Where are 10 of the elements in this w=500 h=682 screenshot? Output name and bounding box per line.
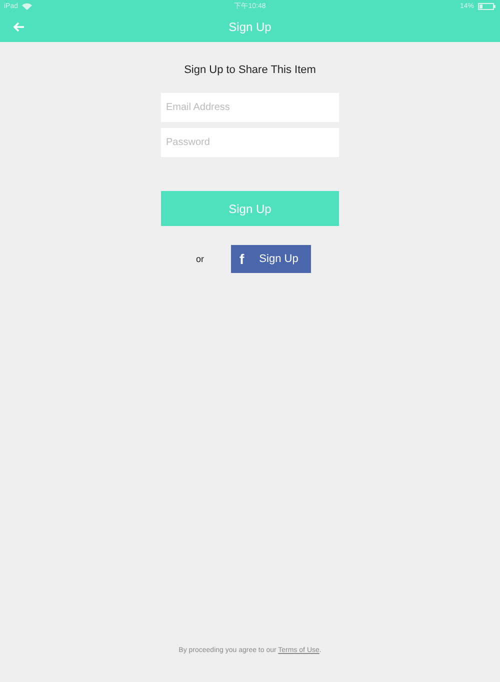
input-field[interactable]: Email Address — [161, 93, 339, 122]
input-field[interactable]: Password — [161, 128, 339, 157]
or-label: or — [194, 254, 205, 264]
back-button[interactable] — [13, 22, 25, 32]
page-title: Sign Up — [228, 20, 272, 34]
form-heading: Sign Up to Share This Item — [184, 64, 316, 76]
sign-up-button[interactable]: Sign Up — [161, 191, 339, 226]
wifi-icon — [22, 2, 32, 10]
facebook-sign-up-button[interactable]: f Sign Up — [230, 245, 310, 273]
battery-icon — [478, 2, 496, 10]
